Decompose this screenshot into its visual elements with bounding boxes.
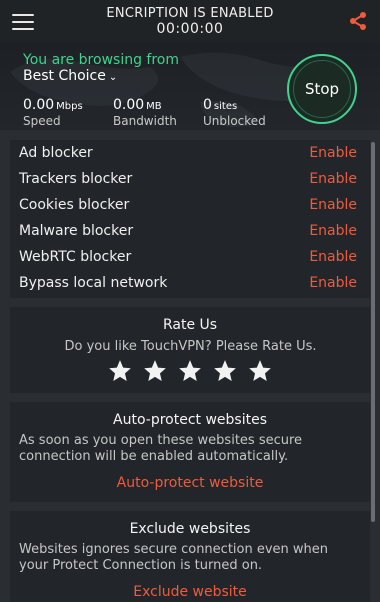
blockers-list: Ad blocker Enable Trackers blocker Enabl… — [10, 140, 370, 298]
blocker-name: Bypass local network — [19, 275, 168, 291]
list-item: Cookies blocker Enable — [10, 193, 370, 219]
blocker-name: Malware blocker — [19, 223, 134, 239]
list-item: Trackers blocker Enable — [10, 167, 370, 193]
auto-protect-text-line-1: As soon as you open these websites secur… — [19, 433, 303, 448]
unblocked-value: 0 — [203, 97, 212, 113]
exclude-text-line-2: your Protect Connection is turned on. — [19, 558, 263, 573]
unblocked-unit: sites — [213, 101, 238, 112]
rate-us-card: Rate Us Do you like TouchVPN? Please Rat… — [10, 307, 370, 393]
star-icon[interactable] — [142, 358, 168, 384]
speed-unit: Mbps — [56, 101, 83, 112]
bandwidth-value: 0.00 — [113, 97, 145, 113]
rate-us-title: Rate Us — [162, 317, 218, 333]
scrollbar[interactable] — [371, 142, 375, 522]
list-item: Malware blocker Enable — [10, 219, 370, 245]
auto-protect-card: Auto-protect websites As soon as you ope… — [10, 402, 370, 502]
exclude-text-line-1: Websites ignores secure connection even … — [19, 542, 329, 557]
webrtc-blocker-enable-link[interactable]: Enable — [309, 249, 357, 265]
cookies-blocker-enable-link[interactable]: Enable — [309, 197, 357, 213]
list-item: WebRTC blocker Enable — [10, 245, 370, 271]
speed-stat: 0.00 Mbps Speed — [23, 94, 83, 128]
unblocked-stat: 0 sites Unblocked — [203, 94, 266, 128]
list-item: Bypass local network Enable — [10, 271, 370, 297]
star-icon[interactable] — [177, 358, 203, 384]
star-icon[interactable] — [212, 358, 238, 384]
bandwidth-stat: 0.00 MB Bandwidth — [113, 94, 177, 128]
exclude-card: Exclude websites Websites ignores secure… — [10, 511, 370, 602]
speed-value: 0.00 — [23, 97, 55, 113]
share-icon[interactable] — [348, 11, 368, 31]
browsing-from-label: You are browsing from — [23, 52, 179, 68]
ad-blocker-enable-link[interactable]: Enable — [309, 145, 357, 161]
exclude-website-link[interactable]: Exclude website — [10, 584, 370, 600]
speed-label: Speed — [23, 114, 61, 128]
bandwidth-label: Bandwidth — [113, 114, 177, 128]
location-selector[interactable]: Best Choice ⌄ — [23, 68, 117, 84]
auto-protect-text-line-2: connection will be enabled automatically… — [19, 449, 289, 464]
blocker-name: WebRTC blocker — [19, 249, 132, 265]
rate-us-text: Do you like TouchVPN? Please Rate Us. — [64, 339, 317, 354]
connection-timer: 00:00:00 — [156, 21, 224, 37]
unblocked-label: Unblocked — [203, 114, 266, 128]
auto-protect-website-link[interactable]: Auto-protect website — [10, 475, 370, 491]
malware-blocker-enable-link[interactable]: Enable — [309, 223, 357, 239]
auto-protect-title: Auto-protect websites — [113, 412, 267, 428]
connection-panel: You are browsing from Best Choice ⌄ 0.00 M… — [0, 42, 380, 130]
list-item: Ad blocker Enable — [10, 141, 370, 167]
location-value: Best Choice — [23, 68, 106, 84]
encryption-status: ENCRIPTION IS ENABLED — [106, 6, 274, 21]
top-bar: ENCRIPTION IS ENABLED 00:00:00 — [0, 0, 380, 42]
star-icon[interactable] — [107, 358, 133, 384]
stop-button-label: Stop — [304, 80, 340, 98]
blocker-name: Cookies blocker — [19, 197, 130, 213]
blocker-name: Trackers blocker — [19, 171, 133, 187]
star-icon[interactable] — [247, 358, 273, 384]
trackers-blocker-enable-link[interactable]: Enable — [309, 171, 357, 187]
exclude-title: Exclude websites — [129, 521, 251, 537]
chevron-down-icon: ⌄ — [108, 72, 118, 83]
star-rating — [10, 358, 370, 388]
bypass-local-network-enable-link[interactable]: Enable — [309, 275, 357, 291]
stop-button[interactable]: Stop — [287, 54, 357, 124]
blocker-name: Ad blocker — [19, 145, 93, 161]
bandwidth-unit: MB — [146, 101, 162, 112]
